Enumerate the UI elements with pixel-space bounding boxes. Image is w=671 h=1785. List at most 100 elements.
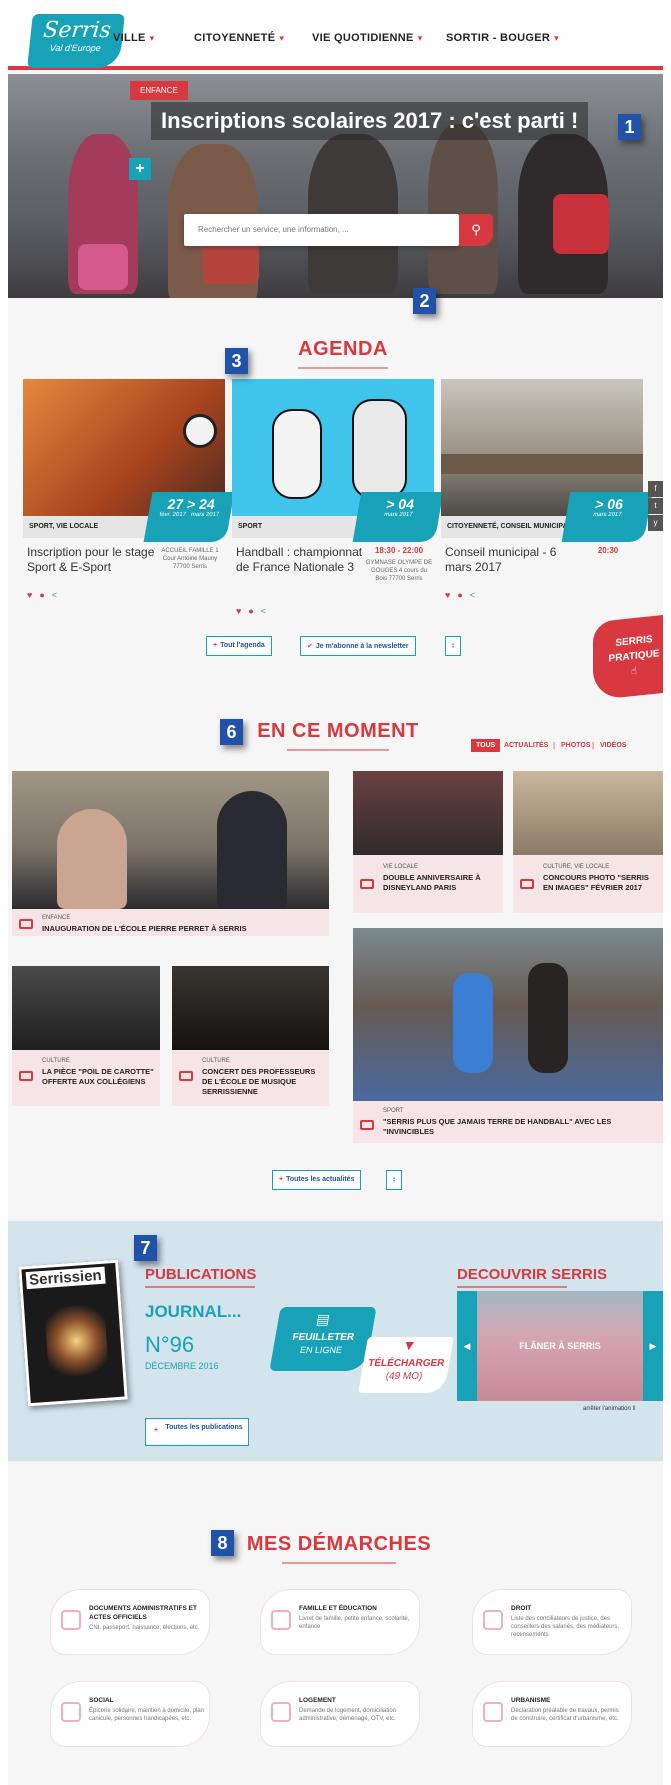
tab-tous[interactable]: TOUS	[471, 739, 500, 752]
event-title[interactable]: Inscription pour le stage Sport & E-Spor…	[27, 545, 157, 575]
plus-icon: +	[154, 1427, 158, 1435]
month-from: févr. 2017	[159, 512, 186, 518]
hero-category-tag[interactable]: ENFANCE	[130, 81, 188, 100]
twitter-icon[interactable]: ●	[457, 590, 469, 600]
agenda-card[interactable]: SPORT > 04 mars 2017 Handball : champion…	[232, 379, 434, 651]
news-item[interactable]: CULTURE LA PIÈCE "POIL DE CAROTTE" OFFER…	[12, 966, 160, 1106]
nav-label: VIE QUOTIDIENNE	[312, 32, 414, 44]
site-header: Serris Val d'Europe VILLE▾ CITOYENNETÉ▾ …	[8, 8, 663, 70]
nav-ville[interactable]: VILLE▾	[113, 32, 155, 44]
agenda-card[interactable]: CITOYENNETÉ, CONSEIL MUNICIPAL > 06 mars…	[441, 379, 643, 651]
event-time: 20:30	[574, 546, 642, 555]
rss-button[interactable]: ∶	[386, 1170, 402, 1190]
demarche-desc: Épicerie solidaire, maintien à domicile,…	[89, 1707, 205, 1723]
like-icon[interactable]: ♥	[445, 590, 457, 600]
facebook-icon[interactable]: f	[648, 481, 663, 497]
news-item[interactable]: ENFANCE INAUGURATION DE L'ÉCOLE PIERRE P…	[12, 771, 329, 936]
demarche-card[interactable]: SOCIAL Épicerie solidaire, maintien à do…	[51, 1682, 209, 1746]
tab-videos[interactable]: VIDÉOS	[600, 742, 626, 749]
search-button[interactable]: ⚲	[459, 214, 493, 246]
hero-photo-shape	[428, 124, 498, 294]
news-item[interactable]: SPORT "SERRIS PLUS QUE JAMAIS TERRE DE H…	[353, 928, 663, 1143]
hero-photo-shape	[78, 244, 128, 290]
handball-player-shape	[272, 409, 322, 499]
magazine-photo	[44, 1304, 109, 1378]
event-title[interactable]: Handball : championnat de France Nationa…	[236, 545, 366, 575]
arrow-right-icon[interactable]: ▶	[643, 1291, 663, 1401]
like-icon[interactable]: ♥	[236, 606, 248, 616]
demarche-card[interactable]: URBANISME Déclaration préalable de trava…	[473, 1682, 631, 1746]
hero-more-button[interactable]: +	[129, 158, 151, 180]
arrow-left-icon[interactable]: ◀	[457, 1291, 477, 1401]
like-icon[interactable]: ♥	[27, 590, 39, 600]
social-share-row: ♥●<	[236, 606, 273, 616]
date-to: 06	[606, 496, 624, 512]
handball-player-shape	[352, 399, 407, 499]
date-months: févr. 2017 mars 2017	[148, 512, 231, 518]
nav-sortir-bouger[interactable]: SORTIR - BOUGER▾	[446, 32, 559, 44]
magazine-cover[interactable]: Serrissien	[18, 1260, 128, 1407]
rss-button[interactable]: ∶	[445, 636, 461, 656]
agenda-card[interactable]: SPORT, VIE LOCALE 27 > 24 févr. 2017 mar…	[23, 379, 225, 651]
share-icon[interactable]: <	[470, 590, 482, 600]
tab-separator: |	[553, 741, 555, 750]
demarche-card[interactable]: DROIT Liste des conciliateurs de justice…	[473, 1590, 631, 1654]
event-date: 27 > 24 févr. 2017 mars 2017	[144, 492, 235, 542]
page-frame: Serris Val d'Europe VILLE▾ CITOYENNETÉ▾ …	[8, 8, 663, 1785]
all-agenda-button[interactable]: +Tout l'agenda	[206, 636, 272, 656]
hero-title[interactable]: Inscriptions scolaires 2017 : c'est part…	[151, 102, 588, 140]
share-icon[interactable]: <	[261, 606, 273, 616]
news-item[interactable]: VIE LOCALE DOUBLE ANNIVERSAIRE À DISNEYL…	[353, 771, 503, 913]
demarche-card[interactable]: LOGEMENT Demande de logement, domiciliat…	[261, 1682, 419, 1746]
event-location: ACCUEIL FAMILLE 1 Cour Antoine Mauny 777…	[156, 547, 224, 571]
twitter-icon[interactable]: ●	[248, 606, 260, 616]
read-online-button[interactable]: ▤ FEUILLETER EN LIGNE	[269, 1307, 376, 1371]
twitter-icon[interactable]: ●	[39, 590, 51, 600]
all-news-button[interactable]: +Toutes les actualités	[272, 1170, 361, 1190]
journal-date: DÉCEMBRE 2016	[145, 1361, 219, 1371]
button-label: Toutes les publications	[165, 1424, 242, 1431]
nav-vie-quotidienne[interactable]: VIE QUOTIDIENNE▾	[312, 32, 423, 44]
news-item[interactable]: CULTURE CONCERT DES PROFESSEURS DE L'ÉCO…	[172, 966, 329, 1106]
document-icon	[61, 1610, 81, 1630]
newsletter-button[interactable]: ✔Je m'abonne à la newsletter	[300, 636, 416, 656]
tab-actualites[interactable]: ACTUALITÉS	[504, 742, 548, 749]
news-image	[12, 771, 329, 909]
demarche-desc: Liste des conciliateurs de justice, des …	[511, 1615, 627, 1639]
person-shape	[217, 791, 287, 909]
serris-pratique-button[interactable]: SERRIS PRATIQUE ☝	[593, 614, 663, 701]
event-date: > 06 mars 2017	[562, 492, 653, 542]
youtube-icon[interactable]: y	[648, 515, 663, 531]
demarche-title: SOCIAL	[89, 1696, 205, 1705]
discover-slider[interactable]: ◀ FLÂNER À SERRIS ▶	[457, 1291, 663, 1401]
search-input[interactable]: Rechercher un service, une information, …	[184, 214, 459, 246]
demarche-title: FAMILLE ET ÉDUCATION	[299, 1604, 415, 1613]
journal-label: JOURNAL...	[145, 1302, 241, 1322]
news-image	[353, 928, 663, 1101]
demarche-card[interactable]: FAMILLE ET ÉDUCATION Livret de famille, …	[261, 1590, 419, 1654]
download-button[interactable]: ▼ TÉLÉCHARGER (49 MO)	[358, 1337, 454, 1393]
player-shape	[528, 963, 568, 1073]
twitter-icon[interactable]: t	[648, 498, 663, 514]
journal-number: N°96	[145, 1332, 194, 1358]
rss-icon: ∶	[452, 643, 454, 650]
annotation-badge: 1	[618, 114, 641, 140]
site-logo[interactable]: Serris Val d'Europe	[27, 14, 125, 68]
agenda-title: AGENDA	[268, 338, 418, 369]
magazine-title: Serrissien	[26, 1267, 106, 1289]
nav-citoyennete[interactable]: CITOYENNETÉ▾	[194, 32, 284, 44]
video-icon	[19, 919, 33, 929]
demarche-title: DROIT	[511, 1604, 627, 1613]
button-label: Toutes les actualités	[286, 1176, 354, 1183]
button-label: Je m'abonne à la newsletter	[316, 643, 409, 650]
button-sublabel: EN LIGNE	[272, 1344, 370, 1357]
news-item[interactable]: CULTURE, VIE LOCALE CONCOURS PHOTO "SERR…	[513, 771, 663, 913]
event-date: > 04 mars 2017	[353, 492, 444, 542]
demarche-card[interactable]: DOCUMENTS ADMINISTRATIFS ET ACTES OFFICI…	[51, 1590, 209, 1654]
share-icon[interactable]: <	[52, 590, 64, 600]
all-publications-button[interactable]: + Toutes les publications	[145, 1418, 249, 1446]
pause-animation-link[interactable]: arrêter l'animation ‖	[583, 1406, 635, 1412]
event-title[interactable]: Conseil municipal - 6 mars 2017	[445, 545, 575, 575]
photo-icon	[520, 879, 534, 889]
tab-photos[interactable]: PHOTOS	[561, 742, 590, 749]
